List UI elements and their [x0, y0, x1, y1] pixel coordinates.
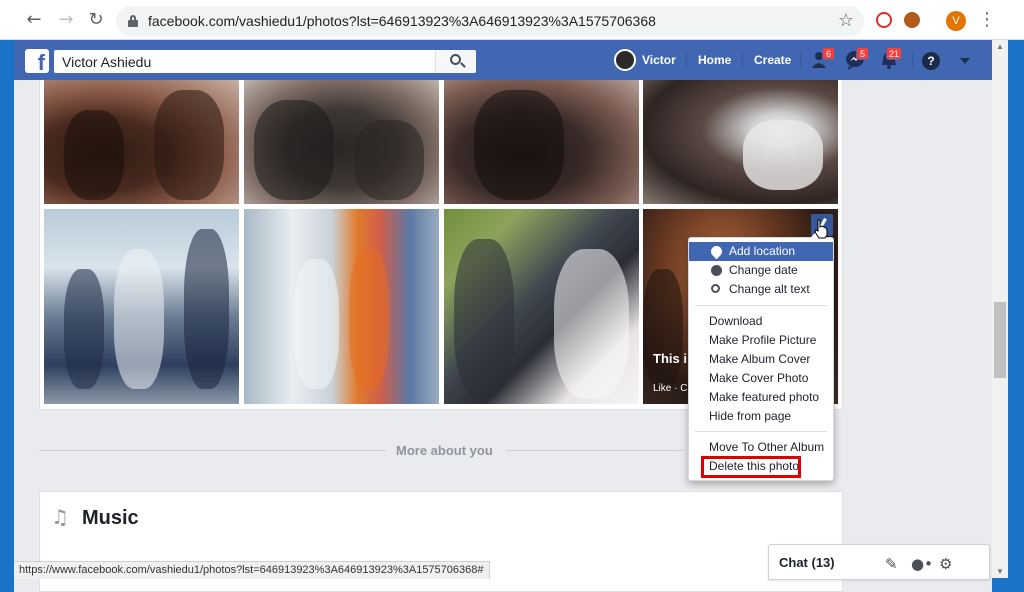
- settings-gear-icon[interactable]: ⚙: [939, 555, 952, 573]
- scrollbar[interactable]: ▲ ▼: [992, 40, 1008, 578]
- chat-label[interactable]: Chat (13): [779, 555, 835, 570]
- reload-icon[interactable]: ↻: [84, 8, 108, 32]
- forward-icon[interactable]: →: [54, 8, 78, 32]
- extension-icon[interactable]: [876, 12, 892, 28]
- menu-item-change-alt-text[interactable]: Change alt text: [689, 280, 833, 299]
- menu-item-change-date[interactable]: Change date: [689, 261, 833, 280]
- scroll-thumb[interactable]: [994, 302, 1006, 378]
- menu-item-move-to-other-album[interactable]: Move To Other Album: [689, 438, 833, 457]
- browser-profile-avatar[interactable]: V: [946, 11, 966, 31]
- desktop-edge: [1008, 40, 1024, 592]
- photo-thumbnail[interactable]: [244, 80, 439, 204]
- address-bar-url[interactable]: facebook.com/vashiedu1/photos?lst=646913…: [148, 13, 656, 29]
- more-about-heading: More about you: [396, 443, 493, 458]
- facebook-logo[interactable]: f: [25, 49, 49, 73]
- create-link[interactable]: Create: [754, 53, 791, 67]
- menu-item-add-location[interactable]: Add location: [689, 242, 833, 261]
- hand-cursor-icon: [814, 219, 828, 239]
- menu-item-download[interactable]: Download: [689, 312, 833, 331]
- search-button[interactable]: [435, 50, 476, 73]
- chat-bar[interactable]: Chat (13) ✎ ●• ⚙: [768, 544, 990, 580]
- status-bar-url: https://www.facebook.com/vashiedu1/photo…: [14, 561, 490, 579]
- photo-thumbnail[interactable]: [44, 209, 239, 404]
- kebab-menu-icon[interactable]: ⋮: [978, 9, 996, 30]
- photo-options-menu: Add location Change date Change alt text…: [688, 231, 834, 481]
- photo-thumbnail[interactable]: [44, 80, 239, 204]
- menu-item-label: Change alt text: [729, 282, 810, 296]
- extension-icon[interactable]: [904, 12, 920, 28]
- photo-caption: This i: [653, 351, 687, 366]
- nav-divider: [800, 52, 801, 68]
- account-menu-caret-icon[interactable]: [960, 58, 970, 64]
- bookmark-star-icon[interactable]: ☆: [838, 10, 854, 31]
- nav-divider: [686, 52, 687, 68]
- menu-item-make-featured-photo[interactable]: Make featured photo: [689, 388, 833, 407]
- messages-badge: 5: [856, 47, 869, 60]
- profile-link[interactable]: Victor: [642, 53, 676, 67]
- friend-requests-badge: 6: [822, 47, 835, 60]
- facebook-header: f Victor Home Create 6 5 21 ?: [14, 40, 992, 80]
- home-link[interactable]: Home: [698, 53, 731, 67]
- back-icon[interactable]: ←: [22, 8, 46, 32]
- search-icon: [711, 284, 720, 293]
- menu-divider: [695, 431, 827, 432]
- photo-thumbnail[interactable]: [444, 209, 639, 404]
- scroll-down-icon[interactable]: ▼: [996, 567, 1004, 576]
- menu-item-label: Add location: [729, 244, 796, 258]
- delete-highlight-box: [701, 456, 801, 478]
- photo-thumbnail[interactable]: [643, 80, 838, 204]
- avatar[interactable]: [614, 49, 636, 71]
- music-note-icon: ♫: [51, 505, 69, 529]
- nav-divider: [912, 52, 913, 68]
- menu-item-hide-from-page[interactable]: Hide from page: [689, 407, 833, 426]
- search-input[interactable]: [54, 50, 476, 73]
- address-bar[interactable]: facebook.com/vashiedu1/photos?lst=646913…: [116, 6, 864, 36]
- help-icon[interactable]: ?: [922, 52, 940, 70]
- photo-thumbnail[interactable]: [444, 80, 639, 204]
- clock-icon: [711, 265, 722, 276]
- nav-divider: [742, 52, 743, 68]
- menu-divider: [695, 305, 827, 306]
- music-title: Music: [82, 507, 139, 529]
- lock-icon: [128, 15, 138, 27]
- compose-icon[interactable]: ✎: [885, 555, 898, 573]
- menu-item-make-profile-picture[interactable]: Make Profile Picture: [689, 331, 833, 350]
- scroll-up-icon[interactable]: ▲: [996, 42, 1004, 51]
- menu-item-make-cover-photo[interactable]: Make Cover Photo: [689, 369, 833, 388]
- section-divider: [39, 450, 386, 451]
- section-divider: [506, 450, 686, 451]
- browser-toolbar: ← → ↻ facebook.com/vashiedu1/photos?lst=…: [0, 0, 1024, 40]
- notifications-badge: 21: [886, 47, 903, 60]
- menu-item-label: Change date: [729, 263, 798, 277]
- photo-actions[interactable]: Like · C: [653, 383, 687, 394]
- photo-thumbnail[interactable]: [244, 209, 439, 404]
- location-pin-icon: [708, 243, 725, 260]
- menu-item-make-album-cover[interactable]: Make Album Cover: [689, 350, 833, 369]
- new-group-icon[interactable]: ●•: [911, 555, 933, 573]
